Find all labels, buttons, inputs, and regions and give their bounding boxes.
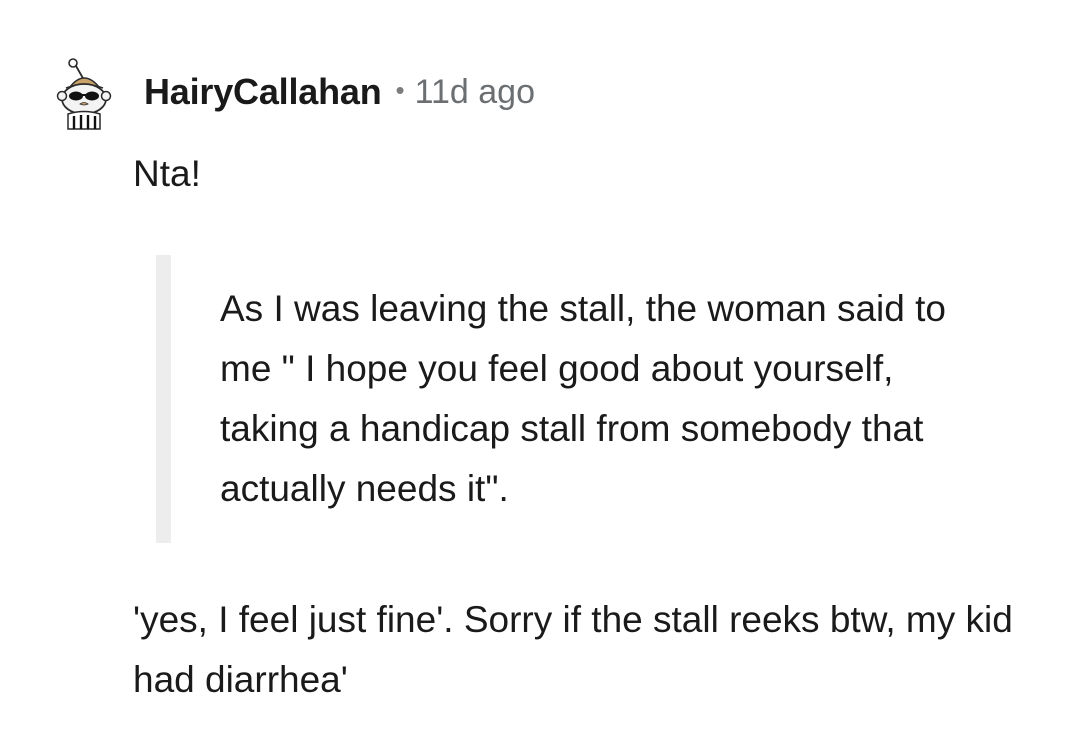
comment-paragraph-first: Nta! [133,153,201,194]
snoo-avatar-icon [56,58,112,130]
blockquote: As I was leaving the stall, the woman sa… [156,255,956,543]
comment-card: HairyCallahan • 11d ago Nta! As I was le… [0,0,1080,736]
meta-separator: • [395,75,405,105]
author-username[interactable]: HairyCallahan [144,71,382,113]
comment-timestamp: 11d ago [414,72,535,111]
comment-paragraph-last: 'yes, I feel just fine'. Sorry if the st… [133,599,1013,700]
blockquote-text: As I was leaving the stall, the woman sa… [220,288,946,509]
user-avatar[interactable] [50,54,118,130]
comment-header: HairyCallahan • 11d ago [50,52,535,132]
